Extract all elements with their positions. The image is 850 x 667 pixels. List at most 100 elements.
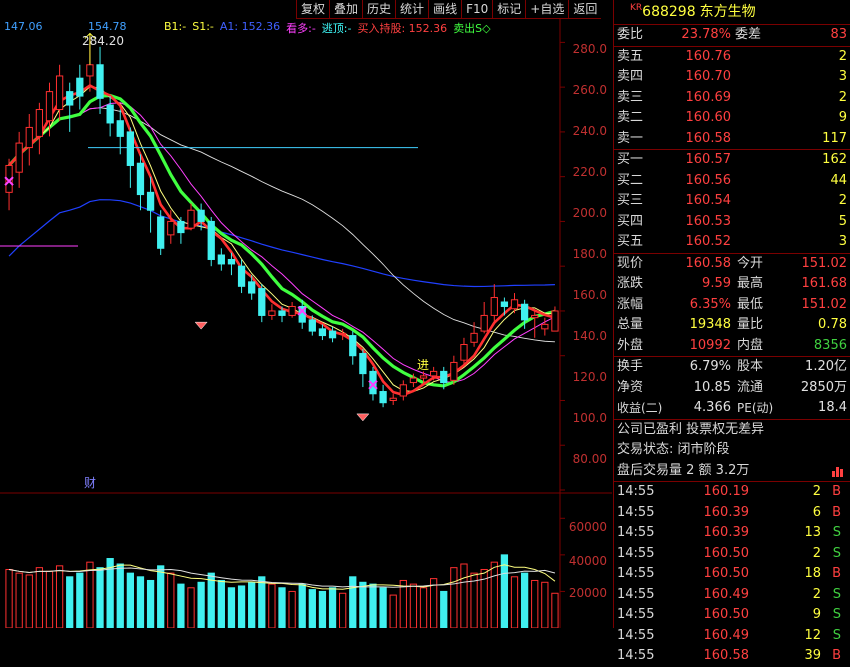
price-tick: 100.0 bbox=[572, 411, 607, 425]
quote-row: 现价 160.58 今开 151.02 bbox=[614, 254, 850, 275]
volume-bar bbox=[440, 590, 448, 629]
candle-body bbox=[500, 301, 509, 307]
candle-body bbox=[197, 209, 205, 222]
volume-bar bbox=[76, 572, 84, 629]
quote-value: 0.78 bbox=[818, 317, 847, 332]
candle-body bbox=[268, 310, 276, 316]
company-profit-info: 公司已盈利 投票权无差异 bbox=[617, 421, 765, 437]
finance-marker-icon[interactable]: 财 bbox=[84, 474, 96, 491]
price-tick: 160.0 bbox=[572, 288, 607, 302]
tick-list[interactable]: 14:55 160.19 2 B 14:55 160.39 6 B 14:55 160.39 1… bbox=[614, 481, 850, 667]
candle-body bbox=[510, 299, 519, 310]
candle-body bbox=[460, 344, 468, 361]
volume-bar bbox=[116, 563, 124, 629]
ask-label: 卖三 bbox=[617, 89, 644, 105]
ma-red-line bbox=[8, 83, 556, 397]
candle-body bbox=[55, 75, 64, 111]
stock-code: 688298 bbox=[642, 4, 696, 20]
quote-stats: 现价 160.58 今开 151.02 涨跌 9.59 最高 161.68 涨幅 6.35% 最… bbox=[614, 252, 850, 357]
volume-bar bbox=[298, 583, 306, 629]
volume-bar bbox=[197, 581, 205, 629]
volume-bar bbox=[237, 585, 246, 629]
legend-kanduo: 看多:- bbox=[286, 22, 316, 35]
candle-body bbox=[288, 305, 296, 316]
diamond-signal-icon bbox=[356, 413, 370, 422]
candle-body bbox=[349, 335, 357, 357]
toolbar-mark-button[interactable]: 标记 bbox=[492, 0, 525, 18]
quote-value: 151.02 bbox=[801, 296, 848, 312]
ask-volume: 3 bbox=[838, 69, 847, 84]
ask-book: 卖五 160.76 2 卖四 160.70 3 卖三 160.69 2 卖二 160.60 9 … bbox=[614, 45, 850, 150]
legend-b1: B1:- bbox=[164, 20, 187, 33]
price-tick: 140.0 bbox=[572, 329, 607, 343]
ask-price: 160.58 bbox=[685, 130, 732, 146]
toolbar-back-button[interactable]: 返回 bbox=[568, 0, 601, 18]
candle-body bbox=[45, 91, 54, 122]
fundamental-label: 股本 bbox=[737, 359, 764, 374]
volume-tick: 20000 bbox=[568, 586, 607, 600]
price-tick: 120.0 bbox=[572, 370, 607, 384]
toolbar-fuquan-button[interactable]: 复权 bbox=[296, 0, 329, 18]
toolbar-overlay-button[interactable]: 叠加 bbox=[329, 0, 362, 18]
bar-chart-icon[interactable] bbox=[832, 465, 844, 477]
candle-body bbox=[379, 391, 387, 404]
candle-body bbox=[217, 254, 225, 265]
fundamental-value: 10.85 bbox=[693, 379, 731, 395]
kline-chart-area[interactable]: 复权 叠加 历史 统计 画线 F10 标记 +自选 返回 147.06 154.… bbox=[0, 0, 612, 629]
fundamental-value: 18.4 bbox=[818, 400, 847, 415]
after-hours-text: 盘后交易量 2 额 3.2万 bbox=[617, 462, 750, 478]
bid-volume: 3 bbox=[838, 234, 847, 249]
price-tick: 240.0 bbox=[572, 124, 607, 138]
quote-value: 8356 bbox=[813, 337, 847, 353]
quote-value: 160.58 bbox=[685, 255, 732, 271]
quote-label: 现价 bbox=[617, 255, 644, 271]
candle-body bbox=[389, 397, 397, 401]
toolbar-history-button[interactable]: 历史 bbox=[362, 0, 395, 18]
fundamental-value: 6.79% bbox=[689, 359, 731, 374]
volume-bar bbox=[25, 574, 33, 629]
quote-label: 外盘 bbox=[617, 337, 644, 353]
fundamental-value: 1.20亿 bbox=[805, 359, 847, 374]
candle-body bbox=[470, 332, 478, 343]
price-tick: 200.0 bbox=[572, 206, 607, 220]
tick-row: 14:55 160.39 13 S bbox=[617, 525, 841, 540]
quote-label: 今开 bbox=[737, 255, 764, 271]
indicator-legend: 147.06 154.78 B1:- S1:- A1: 152.36 看多:- … bbox=[0, 20, 491, 36]
volume-bar bbox=[531, 579, 539, 629]
enter-signal-label: 进 bbox=[417, 358, 430, 372]
volume-bar bbox=[450, 567, 458, 629]
ma-yellow-line bbox=[8, 86, 555, 393]
toolbar-draw-button[interactable]: 画线 bbox=[428, 0, 461, 18]
ask-label: 卖二 bbox=[617, 110, 644, 125]
stock-name: 东方生物 bbox=[699, 4, 756, 20]
volume-bar bbox=[5, 568, 13, 629]
bid-price: 160.56 bbox=[685, 172, 732, 188]
quote-value: 151.02 bbox=[801, 255, 848, 271]
candle-body bbox=[258, 288, 266, 316]
volume-bar bbox=[96, 567, 104, 629]
candle-body bbox=[520, 303, 529, 321]
weicha-label: 委差 bbox=[735, 27, 762, 42]
price-tick: 260.0 bbox=[572, 83, 607, 97]
fundamental-label: 流通 bbox=[737, 379, 764, 395]
candle-body bbox=[339, 332, 347, 335]
bid-label: 买四 bbox=[617, 213, 644, 229]
fundamental-value: 2850万 bbox=[800, 379, 847, 395]
quote-label: 量比 bbox=[737, 317, 764, 332]
candle-body bbox=[25, 126, 33, 149]
toolbar-add-watchlist-button[interactable]: +自选 bbox=[525, 0, 568, 18]
volume-bar bbox=[146, 579, 155, 629]
bid-label: 买三 bbox=[617, 193, 644, 208]
quote-label: 内盘 bbox=[737, 337, 764, 353]
toolbar-stats-button[interactable]: 统计 bbox=[395, 0, 428, 18]
candle-body bbox=[419, 375, 428, 379]
kline-svg[interactable] bbox=[0, 0, 612, 629]
volume-bar bbox=[268, 583, 276, 629]
candle-body bbox=[126, 131, 134, 166]
quote-row: 总量 19348 量比 0.78 bbox=[614, 315, 850, 336]
toolbar-f10-button[interactable]: F10 bbox=[461, 0, 492, 18]
candle-body bbox=[227, 258, 236, 265]
volume-bar bbox=[520, 572, 529, 629]
volume-tick: 60000 bbox=[568, 520, 607, 534]
candle-body bbox=[399, 384, 407, 397]
